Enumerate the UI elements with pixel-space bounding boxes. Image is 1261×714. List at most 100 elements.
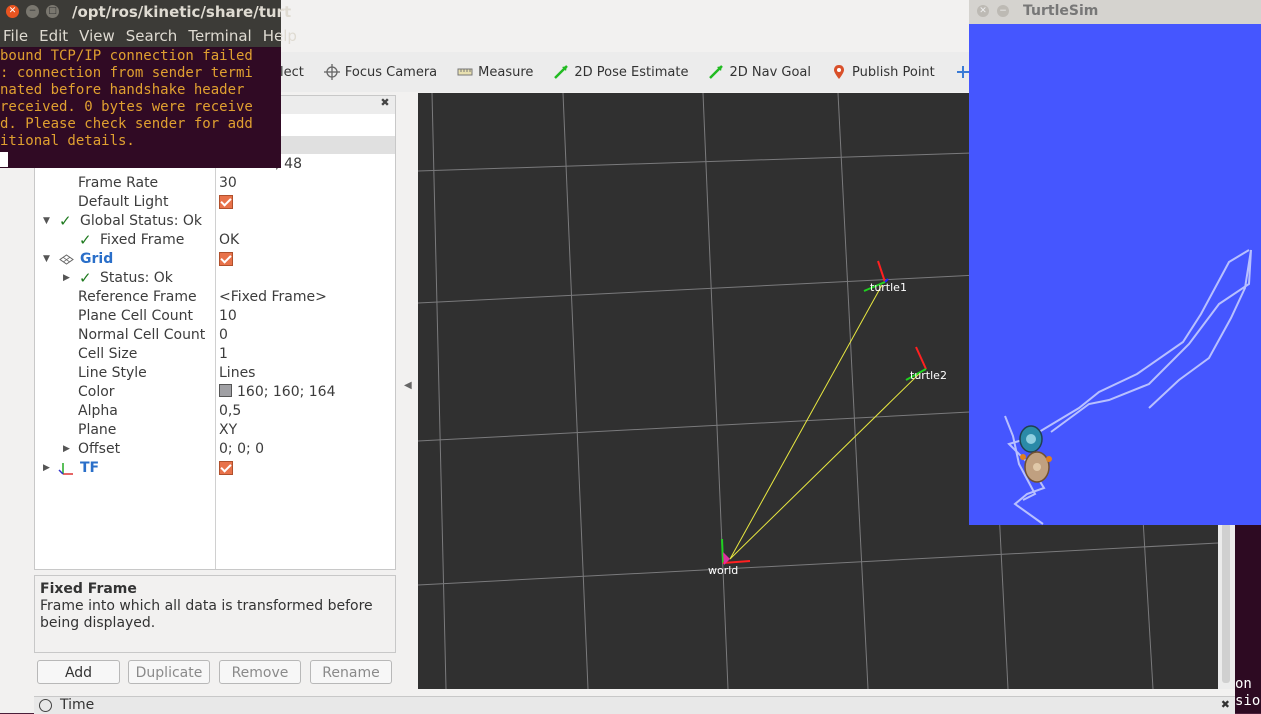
- turtlesim-window: ✕ − TurtleSim: [969, 0, 1261, 525]
- time-panel-label: Time: [60, 697, 95, 713]
- normal-cell-count-label: Normal Cell Count: [78, 327, 206, 343]
- menu-help[interactable]: Help: [263, 27, 297, 45]
- maximize-window-icon[interactable]: □: [46, 5, 59, 18]
- background-terminal-text: on sio: [1235, 676, 1261, 709]
- grid-checkbox[interactable]: [219, 252, 233, 266]
- terminal-line: itional details.: [0, 133, 135, 149]
- global-status-label: Global Status: Ok: [80, 213, 203, 229]
- default-light-label: Default Light: [78, 194, 169, 210]
- offset-label: Offset: [78, 441, 121, 457]
- reference-frame-label: Reference Frame: [78, 289, 197, 305]
- checkmark-icon: ✓: [79, 269, 92, 287]
- close-window-icon[interactable]: ✕: [977, 5, 989, 17]
- time-panel-bar: Time ✖: [34, 696, 1235, 714]
- checkmark-icon: ✓: [59, 212, 72, 230]
- map-pin-icon: [834, 65, 845, 79]
- measure-tool[interactable]: Measure: [457, 64, 533, 80]
- minimize-window-icon[interactable]: −: [997, 5, 1009, 17]
- terminal-line: d. Please check sender for add: [0, 116, 253, 132]
- terminal-cursor: [0, 152, 8, 167]
- terminal-output[interactable]: bound TCP/IP connection failed: connecti…: [0, 48, 281, 168]
- tree-row-global-status[interactable]: ▼ ✓ Global Status: Ok: [35, 212, 395, 231]
- tree-row-default-light[interactable]: Default Light: [35, 193, 395, 212]
- expand-arrow-icon[interactable]: ▼: [43, 212, 50, 231]
- tree-row-cell-size[interactable]: Cell Size 1: [35, 345, 395, 364]
- close-icon[interactable]: ✖: [1221, 698, 1230, 711]
- terminal-line: bound TCP/IP connection failed: [0, 48, 253, 64]
- focus-camera-icon: [323, 64, 340, 80]
- menu-view[interactable]: View: [79, 27, 115, 45]
- remove-button[interactable]: Remove: [219, 660, 301, 684]
- tree-row-plane-cell-count[interactable]: Plane Cell Count 10: [35, 307, 395, 326]
- rename-button[interactable]: Rename: [310, 660, 392, 684]
- scrollbar-thumb[interactable]: [1222, 523, 1230, 683]
- tree-row-frame-rate[interactable]: Frame Rate 30: [35, 174, 395, 193]
- turtlesim-titlebar: ✕ − TurtleSim: [969, 0, 1261, 24]
- grid-label: Grid: [80, 251, 114, 267]
- turtlesim-title: TurtleSim: [1023, 3, 1099, 19]
- cell-size-label: Cell Size: [78, 346, 138, 362]
- tf-checkbox[interactable]: [219, 461, 233, 475]
- terminal-title: /opt/ros/kinetic/share/turt: [72, 3, 292, 21]
- nav-goal-arrow-icon: [709, 65, 724, 79]
- description-text: Frame into which all data is transformed…: [40, 598, 373, 631]
- tree-row-tf[interactable]: ▶ TF: [35, 459, 395, 478]
- 2d-pose-estimate-tool[interactable]: 2D Pose Estimate: [553, 64, 688, 80]
- offset-value[interactable]: 0; 0; 0: [219, 440, 264, 459]
- panel-collapse-arrow-icon[interactable]: ◀: [404, 380, 412, 391]
- expand-arrow-icon[interactable]: ▶: [63, 440, 70, 459]
- turtlesim-canvas[interactable]: [969, 24, 1261, 525]
- color-value-cell[interactable]: 160; 160; 164: [219, 383, 336, 402]
- menu-edit[interactable]: Edit: [39, 27, 68, 45]
- publish-point-tool[interactable]: Publish Point: [831, 64, 935, 80]
- focus-camera-tool[interactable]: Focus Camera: [323, 64, 437, 80]
- tree-row-normal-cell-count[interactable]: Normal Cell Count 0: [35, 326, 395, 345]
- add-button[interactable]: Add: [37, 660, 120, 684]
- cell-size-value[interactable]: 1: [219, 345, 228, 364]
- property-description-box: Fixed Frame Frame into which all data is…: [34, 575, 396, 653]
- plane-cell-count-value[interactable]: 10: [219, 307, 237, 326]
- terminal-line: : connection from sender termi: [0, 65, 253, 81]
- duplicate-button[interactable]: Duplicate: [128, 660, 210, 684]
- description-title: Fixed Frame: [40, 581, 137, 597]
- 2d-nav-goal-tool[interactable]: 2D Nav Goal: [708, 64, 811, 80]
- menu-file[interactable]: File: [3, 27, 28, 45]
- tree-row-status-ok[interactable]: ▶ ✓ Status: Ok: [35, 269, 395, 288]
- frame-rate-value[interactable]: 30: [219, 174, 237, 193]
- close-icon[interactable]: ✖: [379, 97, 391, 109]
- expand-arrow-icon[interactable]: ▶: [43, 459, 50, 478]
- plane-value[interactable]: XY: [219, 421, 237, 440]
- clock-icon: [39, 699, 52, 712]
- alpha-value[interactable]: 0,5: [219, 402, 241, 421]
- tf-axes-icon: [58, 463, 73, 475]
- close-window-icon[interactable]: ✕: [6, 5, 19, 18]
- fixed-frame-label: Fixed Frame: [100, 232, 185, 248]
- terminal-window: ✕ − □ /opt/ros/kinetic/share/turt File E…: [0, 0, 297, 168]
- fixed-frame-value: OK: [219, 232, 240, 248]
- reference-frame-value[interactable]: <Fixed Frame>: [219, 288, 327, 307]
- tree-row-plane[interactable]: Plane XY: [35, 421, 395, 440]
- terminal-menubar: File Edit View Search Terminal Help: [0, 25, 297, 47]
- alpha-label: Alpha: [78, 403, 118, 419]
- tree-row-alpha[interactable]: Alpha 0,5: [35, 402, 395, 421]
- tree-row-color[interactable]: Color 160; 160; 164: [35, 383, 395, 402]
- normal-cell-count-value[interactable]: 0: [219, 326, 228, 345]
- expand-arrow-icon[interactable]: ▶: [63, 269, 70, 288]
- tree-row-reference-frame[interactable]: Reference Frame <Fixed Frame>: [35, 288, 395, 307]
- default-light-checkbox[interactable]: [219, 195, 233, 209]
- expand-arrow-icon[interactable]: ▼: [43, 250, 50, 269]
- frame-rate-label: Frame Rate: [78, 175, 159, 191]
- tree-row-fixed-frame[interactable]: ✓ Fixed Frame OK: [35, 231, 395, 250]
- menu-terminal[interactable]: Terminal: [188, 27, 251, 45]
- turtle-sprite-icon: [1019, 425, 1052, 483]
- tree-row-offset[interactable]: ▶ Offset 0; 0; 0: [35, 440, 395, 459]
- line-style-value[interactable]: Lines: [219, 364, 255, 383]
- tree-row-grid[interactable]: ▼ Grid: [35, 250, 395, 269]
- minimize-window-icon[interactable]: −: [26, 5, 39, 18]
- terminal-line: nated before handshake header: [0, 82, 245, 98]
- tree-row-line-style[interactable]: Line Style Lines: [35, 364, 395, 383]
- 2d-pose-estimate-label: 2D Pose Estimate: [574, 64, 689, 80]
- select-tool-label[interactable]: lect: [280, 65, 304, 80]
- menu-search[interactable]: Search: [126, 27, 178, 45]
- measure-icon: [457, 68, 473, 76]
